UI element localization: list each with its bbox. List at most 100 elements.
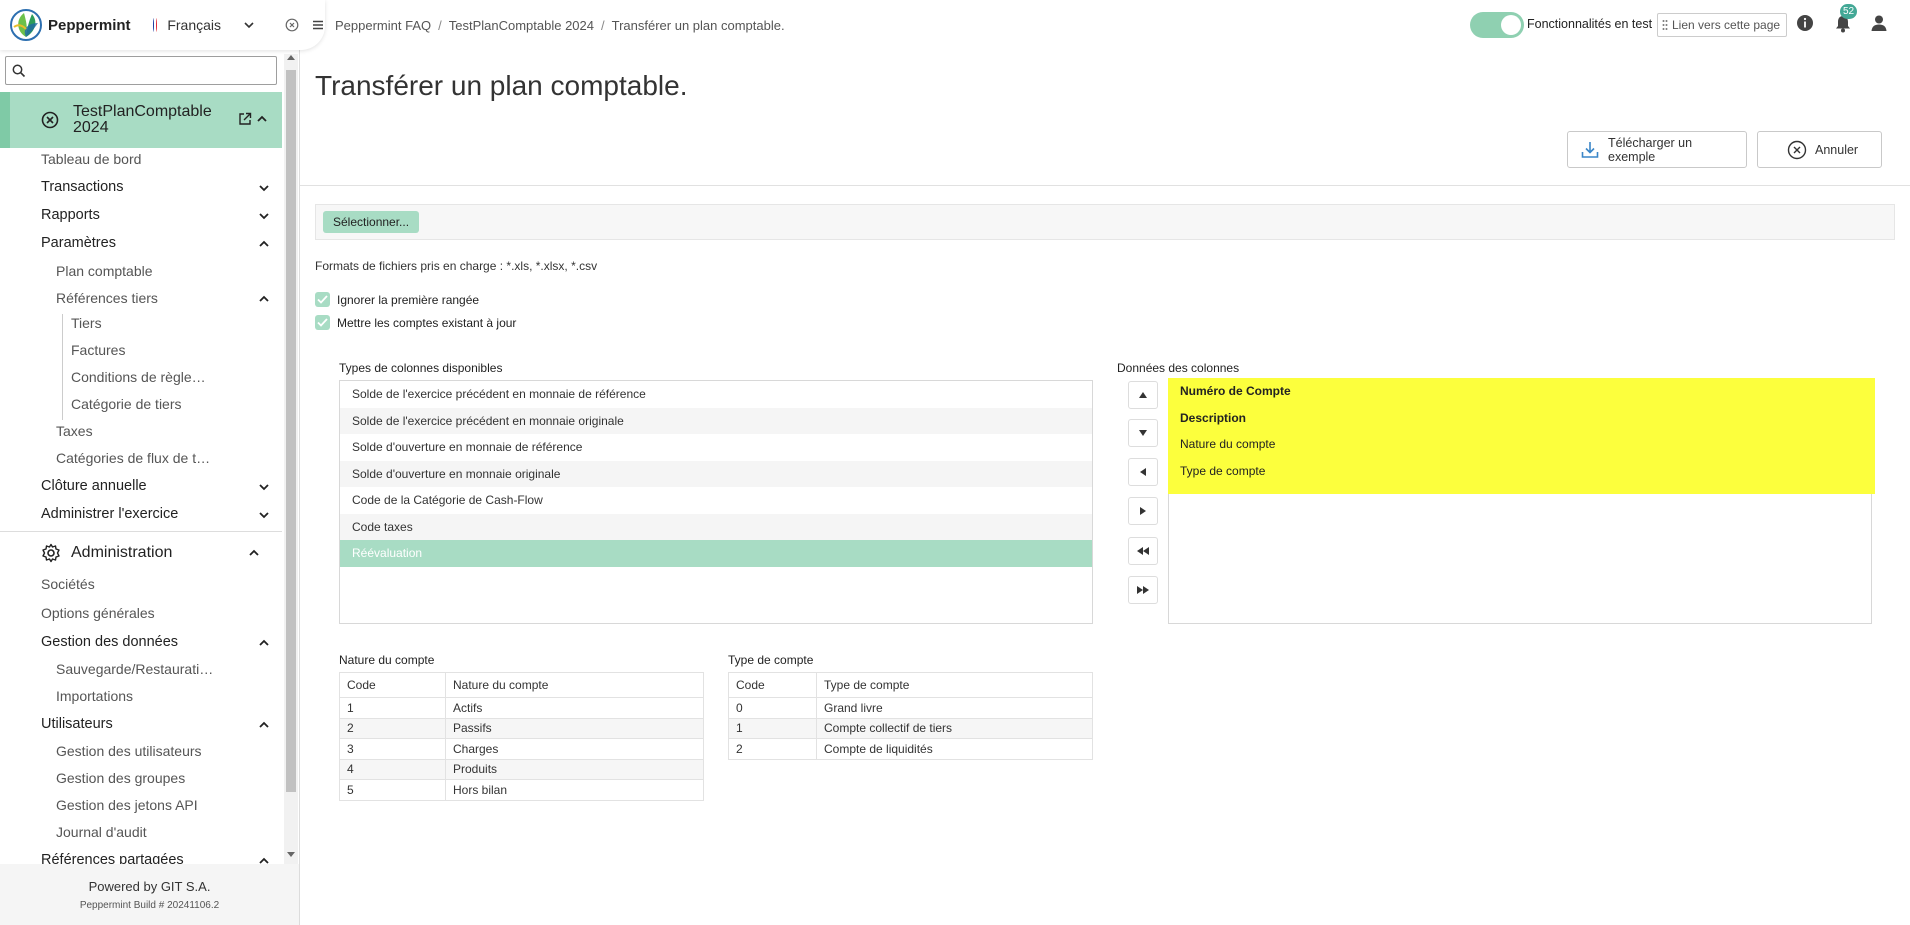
update-accounts-option[interactable]: Mettre les comptes existant à jour — [315, 315, 516, 330]
table-cell: Charges — [445, 738, 704, 760]
breadcrumb-item[interactable]: TestPlanComptable 2024 — [449, 18, 594, 33]
table-row: 0 Grand livre — [728, 697, 1093, 719]
list-item[interactable]: Solde d'ouverture en monnaie originale — [340, 460, 1092, 487]
sidebar-scrollbar-thumb[interactable] — [286, 70, 296, 792]
list-item[interactable]: Numéro de Compte — [1168, 378, 1875, 405]
close-circle-icon — [1787, 140, 1807, 160]
sidebar-item-parametres[interactable]: Paramètres — [41, 235, 116, 251]
table-row: 1 Actifs — [339, 697, 704, 719]
sidebar-item-importations[interactable]: Importations — [56, 688, 133, 704]
sidebar-item-taxes[interactable]: Taxes — [56, 423, 93, 439]
move-up-button[interactable] — [1128, 381, 1158, 409]
close-circle-icon[interactable] — [285, 18, 299, 32]
move-left-button[interactable] — [1128, 458, 1158, 486]
chevron-up-icon[interactable] — [258, 719, 270, 731]
table-cell: Hors bilan — [445, 779, 704, 801]
page-link-button[interactable]: Lien vers cette page — [1657, 13, 1788, 37]
sidebar-item-factures[interactable]: Factures — [71, 342, 125, 358]
chevron-down-icon[interactable] — [258, 509, 270, 521]
sidebar-nav: TestPlanComptable 2024 Tableau de bord T… — [0, 92, 282, 864]
sidebar-item-references-partagees[interactable]: Références partagées — [41, 852, 184, 864]
ignore-first-row-option[interactable]: Ignorer la première rangée — [315, 292, 479, 307]
breadcrumb-item[interactable]: Peppermint FAQ — [335, 18, 431, 33]
sidebar-search[interactable] — [5, 56, 277, 85]
chevron-down-icon[interactable] — [258, 210, 270, 222]
sidebar-item-categorie-tiers[interactable]: Catégorie de tiers — [71, 396, 182, 412]
sidebar-item-utilisateurs[interactable]: Utilisateurs — [41, 716, 113, 732]
scroll-down-arrow-icon[interactable] — [287, 852, 295, 857]
close-circle-icon[interactable] — [41, 111, 59, 129]
cancel-button[interactable]: Annuler — [1757, 131, 1882, 168]
sidebar-item-societes[interactable]: Sociétés — [41, 576, 95, 592]
breadcrumb: Peppermint FAQ / TestPlanComptable 2024 … — [335, 18, 785, 33]
info-icon[interactable] — [1796, 14, 1814, 32]
sidebar-item-references-tiers[interactable]: Références tiers — [56, 290, 158, 306]
chevron-up-icon[interactable] — [248, 547, 260, 559]
select-file-button[interactable]: Sélectionner... — [323, 211, 420, 233]
sidebar-item-gestion-donnees[interactable]: Gestion des données — [41, 634, 178, 650]
table-cell: Compte de liquidités — [816, 738, 1093, 760]
list-item[interactable]: Nature du compte — [1168, 431, 1875, 458]
table-cell: 2 — [339, 717, 446, 739]
table-header-row: Code Type de compte — [728, 672, 1093, 698]
sidebar-item-plan-comptable[interactable]: Plan comptable — [56, 263, 153, 279]
sidebar: TestPlanComptable 2024 Tableau de bord T… — [0, 0, 300, 925]
download-example-label: Télécharger un exemple — [1608, 135, 1693, 164]
sidebar-item-tiers[interactable]: Tiers — [71, 315, 102, 331]
page-title: Transférer un plan comptable. — [315, 70, 688, 101]
sidebar-item-cloture[interactable]: Clôture annuelle — [41, 478, 147, 494]
move-down-button[interactable] — [1128, 419, 1158, 447]
list-item-selected[interactable]: Réévaluation — [340, 540, 1092, 567]
france-flag-icon[interactable] — [152, 17, 158, 33]
language-selector[interactable]: Français — [167, 17, 221, 33]
chevron-down-icon[interactable] — [258, 481, 270, 493]
chevron-up-icon[interactable] — [258, 855, 270, 864]
list-item[interactable]: Type de compte — [1168, 458, 1875, 485]
table-cell: 1 — [728, 717, 817, 739]
search-input[interactable] — [30, 60, 270, 81]
external-link-icon[interactable] — [238, 112, 252, 126]
ignore-first-row-checkbox[interactable] — [315, 292, 330, 307]
user-icon[interactable] — [1870, 14, 1888, 32]
sidebar-item-tableau-de-bord[interactable]: Tableau de bord — [41, 151, 141, 167]
available-columns-list[interactable]: Solde de l'exercice précédent en monnaie… — [339, 380, 1093, 624]
peppermint-logo-icon[interactable] — [8, 7, 44, 43]
download-example-button[interactable]: Télécharger un exemple — [1567, 131, 1747, 168]
list-item[interactable]: Solde de l'exercice précédent en monnaie… — [340, 407, 1092, 434]
sidebar-item-journal[interactable]: Journal d'audit — [56, 824, 147, 840]
sidebar-item-options[interactable]: Options générales — [41, 605, 155, 621]
chevron-up-icon[interactable] — [258, 637, 270, 649]
download-icon — [1580, 140, 1600, 160]
chevron-up-icon[interactable] — [258, 238, 270, 250]
chevron-down-icon[interactable] — [258, 182, 270, 194]
move-all-left-button[interactable] — [1128, 537, 1158, 565]
chevron-down-icon[interactable] — [243, 19, 255, 31]
update-accounts-checkbox[interactable] — [315, 315, 330, 330]
move-all-right-button[interactable] — [1128, 576, 1158, 604]
menu-icon[interactable] — [311, 18, 325, 32]
breadcrumb-item: Transférer un plan comptable. — [611, 18, 785, 33]
sidebar-item-rapports[interactable]: Rapports — [41, 207, 100, 223]
list-item[interactable]: Description — [1168, 405, 1875, 432]
chevron-up-icon[interactable] — [256, 113, 268, 125]
scroll-up-arrow-icon[interactable] — [287, 55, 295, 60]
sidebar-item-gestion-utilisateurs[interactable]: Gestion des utilisateurs — [56, 743, 202, 759]
sidebar-admin-header[interactable]: Administration — [0, 532, 282, 574]
list-item[interactable]: Code taxes — [340, 513, 1092, 540]
sidebar-item-administrer[interactable]: Administrer l'exercice — [41, 506, 178, 522]
list-item[interactable]: Solde d'ouverture en monnaie de référenc… — [340, 434, 1092, 461]
chevron-up-icon[interactable] — [258, 293, 270, 305]
sidebar-item-categories-flux[interactable]: Catégories de flux de t… — [56, 450, 210, 466]
sidebar-item-gestion-jetons[interactable]: Gestion des jetons API — [56, 797, 198, 813]
sidebar-item-transactions[interactable]: Transactions — [41, 179, 123, 195]
available-columns-title: Types de colonnes disponibles — [339, 361, 503, 375]
sidebar-company-header[interactable]: TestPlanComptable 2024 — [0, 92, 282, 148]
sidebar-item-sauvegarde[interactable]: Sauvegarde/Restaurati… — [56, 661, 213, 677]
list-item[interactable]: Solde de l'exercice précédent en monnaie… — [340, 381, 1092, 408]
move-right-button[interactable] — [1128, 497, 1158, 525]
features-toggle[interactable] — [1470, 12, 1524, 38]
sidebar-item-gestion-groupes[interactable]: Gestion des groupes — [56, 770, 185, 786]
sidebar-item-conditions[interactable]: Conditions de règle… — [71, 369, 206, 385]
list-item[interactable]: Code de la Catégorie de Cash-Flow — [340, 487, 1092, 514]
table-row: 3 Charges — [339, 738, 704, 760]
